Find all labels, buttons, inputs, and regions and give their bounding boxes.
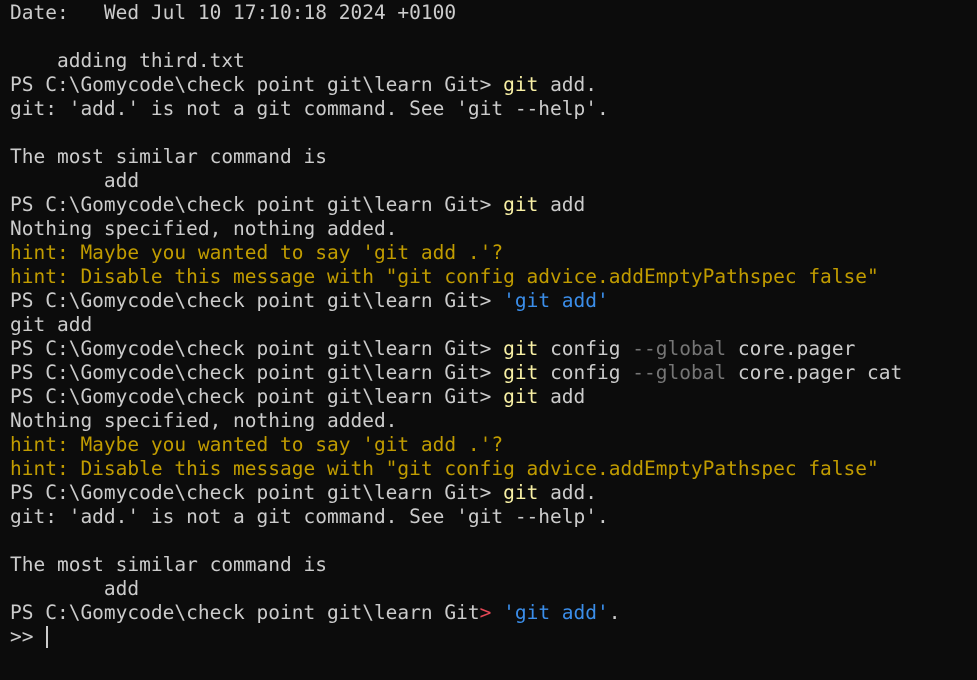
terminal-text: adding third.txt	[10, 49, 245, 72]
terminal-text: PS C:\Gomycode\check point git\learn Git…	[10, 289, 504, 312]
terminal-line: PS C:\Gomycode\check point git\learn Git…	[10, 289, 977, 313]
terminal-text: PS C:\Gomycode\check point git\learn Git…	[10, 73, 504, 96]
terminal-text: PS C:\Gomycode\check point git\learn Git…	[10, 481, 504, 504]
terminal-line: hint: Disable this message with "git con…	[10, 265, 977, 289]
terminal-text: hint: Maybe you wanted to say 'git add .…	[10, 241, 504, 264]
terminal-text: git add	[10, 313, 93, 336]
terminal-text: 'git add'	[503, 601, 609, 624]
terminal-text: git: 'add.' is not a git command. See 'g…	[10, 97, 609, 120]
terminal-text: git	[503, 337, 539, 360]
terminal-line: The most similar command is	[10, 553, 977, 577]
terminal-text: config	[538, 337, 633, 360]
terminal-text: >>	[10, 625, 46, 648]
terminal-text: 'git add'	[503, 289, 609, 312]
terminal-text: git	[503, 73, 539, 96]
terminal-line: PS C:\Gomycode\check point git\learn Git…	[10, 361, 977, 385]
terminal-line: add	[10, 169, 977, 193]
terminal-text: --global	[632, 337, 727, 360]
terminal-text: The most similar command is	[10, 145, 327, 168]
terminal-line: PS C:\Gomycode\check point git\learn Git…	[10, 601, 977, 625]
terminal-text: hint: Maybe you wanted to say 'git add .…	[10, 433, 504, 456]
terminal-text: PS C:\Gomycode\check point git\learn Git…	[10, 193, 504, 216]
terminal-text: >	[479, 601, 492, 624]
terminal-line: >>	[10, 625, 977, 649]
terminal-text: git: 'add.' is not a git command. See 'g…	[10, 505, 609, 528]
terminal-line: add	[10, 577, 977, 601]
terminal-text: git	[503, 385, 539, 408]
terminal-line: git: 'add.' is not a git command. See 'g…	[10, 505, 977, 529]
terminal-text: Nothing specified, nothing added.	[10, 409, 398, 432]
terminal-text: git	[503, 361, 539, 384]
terminal-text: PS C:\Gomycode\check point git\learn Git…	[10, 361, 504, 384]
terminal-text: add	[10, 169, 140, 192]
terminal-line: adding third.txt	[10, 49, 977, 73]
terminal-line: hint: Maybe you wanted to say 'git add .…	[10, 241, 977, 265]
terminal-line: hint: Disable this message with "git con…	[10, 457, 977, 481]
terminal-text: git	[503, 481, 539, 504]
terminal-line: Nothing specified, nothing added.	[10, 217, 977, 241]
terminal-text: Nothing specified, nothing added.	[10, 217, 398, 240]
terminal-text: add	[538, 385, 586, 408]
terminal-line: Nothing specified, nothing added.	[10, 409, 977, 433]
terminal-window[interactable]: Date: Wed Jul 10 17:10:18 2024 +0100 add…	[0, 0, 977, 680]
terminal-text: add.	[538, 481, 598, 504]
text-cursor	[46, 626, 49, 648]
terminal-line: PS C:\Gomycode\check point git\learn Git…	[10, 193, 977, 217]
terminal-line: Date: Wed Jul 10 17:10:18 2024 +0100	[10, 1, 977, 25]
terminal-line: git: 'add.' is not a git command. See 'g…	[10, 97, 977, 121]
terminal-line: PS C:\Gomycode\check point git\learn Git…	[10, 73, 977, 97]
terminal-text: Date: Wed Jul 10 17:10:18 2024 +0100	[10, 1, 457, 24]
terminal-line: PS C:\Gomycode\check point git\learn Git…	[10, 385, 977, 409]
terminal-text: hint: Disable this message with "git con…	[10, 265, 879, 288]
terminal-line: git add	[10, 313, 977, 337]
terminal-line: PS C:\Gomycode\check point git\learn Git…	[10, 481, 977, 505]
terminal-text: PS C:\Gomycode\check point git\learn Git	[10, 601, 480, 624]
terminal-text: add	[10, 577, 140, 600]
terminal-text: core.pager cat	[726, 361, 903, 384]
terminal-text: config	[538, 361, 633, 384]
terminal-text: hint: Disable this message with "git con…	[10, 457, 879, 480]
terminal-text: --global	[632, 361, 727, 384]
terminal-line: The most similar command is	[10, 145, 977, 169]
terminal-line: hint: Maybe you wanted to say 'git add .…	[10, 433, 977, 457]
terminal-text: git	[503, 193, 539, 216]
terminal-text: add.	[538, 73, 598, 96]
terminal-text: PS C:\Gomycode\check point git\learn Git…	[10, 385, 504, 408]
terminal-text: core.pager	[726, 337, 856, 360]
terminal-text: The most similar command is	[10, 553, 327, 576]
terminal-text: PS C:\Gomycode\check point git\learn Git…	[10, 337, 504, 360]
terminal-line: PS C:\Gomycode\check point git\learn Git…	[10, 337, 977, 361]
terminal-text: .	[608, 601, 621, 624]
terminal-text: add	[538, 193, 586, 216]
